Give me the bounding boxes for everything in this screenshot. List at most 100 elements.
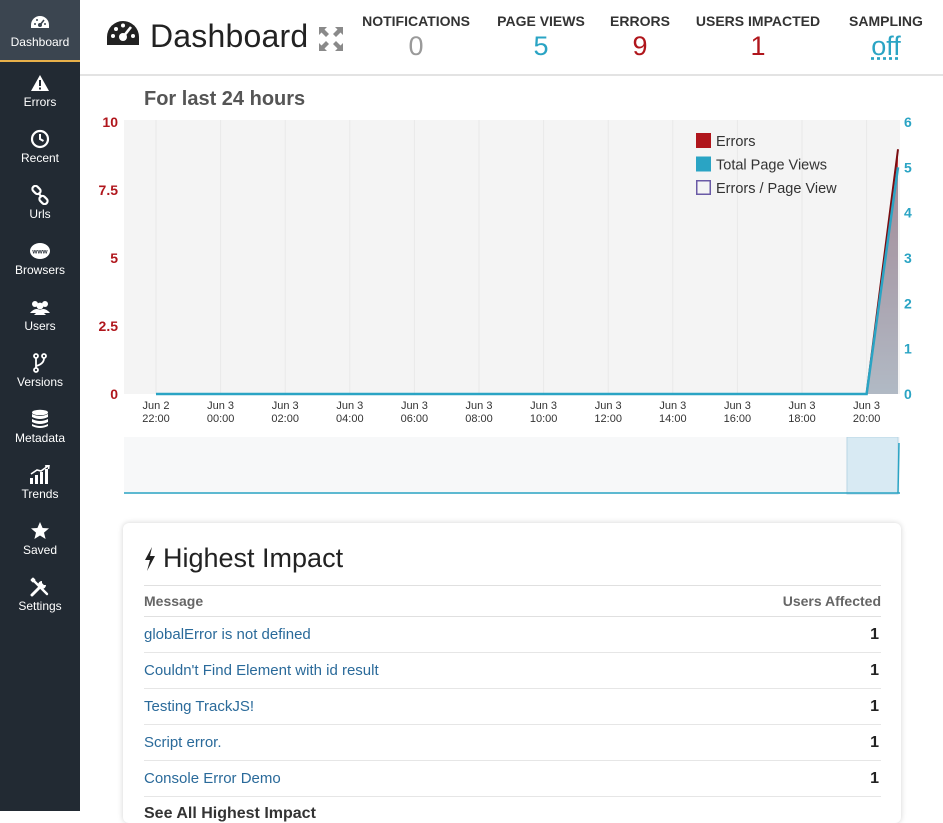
card-title-text: Highest Impact [163,543,343,574]
www-icon: www [29,240,51,262]
dashboard-icon [30,12,50,34]
y-left-tick-label: 5 [110,250,118,266]
x-tick-label: Jun 3 20:00 [853,400,881,425]
users-affected-count: 1 [870,698,879,716]
chart-title: For last 24 hours [144,88,305,111]
page-title: Dashboard [150,18,308,55]
legend-label: Total Page Views [716,158,827,174]
sidebar-item-label: Versions [17,375,63,389]
svg-text:www: www [31,248,48,255]
users-affected-count: 1 [870,734,879,752]
column-header-users[interactable]: Users Affected [783,593,881,609]
sampling-link[interactable]: off [844,31,928,62]
x-tick-label: Jun 2 22:00 [142,400,170,425]
stat-notifications[interactable]: NOTIFICATIONS 0 [360,13,472,62]
users-affected-count: 1 [870,770,879,788]
expand-icon[interactable] [318,26,344,57]
sidebar-item-trends[interactable]: Trends [0,454,80,510]
main-content: Dashboard NOTIFICATIONS 0 PAGE VIEWS 5 E… [80,0,943,811]
sidebar-item-settings[interactable]: Settings [0,566,80,622]
sidebar: Dashboard Errors Recent Urls www Browser… [0,0,80,811]
star-icon [30,520,50,542]
bolt-icon [143,547,157,571]
database-icon [31,408,49,430]
x-tick-label: Jun 3 18:00 [788,400,816,425]
highest-impact-card: Highest Impact Message Users Affected gl… [123,523,901,823]
sidebar-item-label: Urls [29,207,50,221]
y-left-tick-label: 2.5 [99,318,119,334]
y-right-tick-label: 4 [904,205,912,221]
column-header-message[interactable]: Message [144,593,203,609]
y-right-tick-label: 3 [904,250,912,266]
stat-label: ERRORS [608,13,672,29]
error-message-link[interactable]: globalError is not defined [144,626,311,643]
tools-icon [30,576,50,598]
table-row: globalError is not defined 1 [144,617,881,653]
stat-value: 9 [608,31,672,62]
stat-errors[interactable]: ERRORS 9 [608,13,672,62]
x-tick-label: Jun 3 02:00 [271,400,299,425]
x-tick-label: Jun 3 04:00 [336,400,364,425]
legend-swatch [696,157,711,172]
y-left-tick-label: 10 [102,114,118,130]
stat-label: PAGE VIEWS [494,13,588,29]
sidebar-item-metadata[interactable]: Metadata [0,398,80,454]
users-affected-count: 1 [870,626,879,644]
sidebar-item-urls[interactable]: Urls [0,174,80,230]
table-row: Couldn't Find Element with id result 1 [144,653,881,689]
sidebar-item-label: Trends [22,487,59,501]
sidebar-item-dashboard[interactable]: Dashboard [0,0,80,62]
navigator-background [124,437,900,494]
dashboard-header: Dashboard NOTIFICATIONS 0 PAGE VIEWS 5 E… [80,0,943,76]
x-tick-label: Jun 3 08:00 [465,400,493,425]
error-message-link[interactable]: Testing TrackJS! [144,698,254,715]
legend-swatch [696,133,711,148]
x-tick-label: Jun 3 10:00 [530,400,558,425]
table-row: Console Error Demo 1 [144,761,881,797]
sidebar-item-browsers[interactable]: www Browsers [0,230,80,286]
legend-label: Errors [716,134,755,150]
card-title: Highest Impact [143,543,343,574]
impact-table: Message Users Affected globalError is no… [144,585,881,821]
legend-label: Errors / Page View [716,181,837,197]
link-icon [30,184,50,206]
table-row: Testing TrackJS! 1 [144,689,881,725]
dashboard-icon [106,19,140,54]
x-tick-label: Jun 3 06:00 [401,400,429,425]
y-left-tick-label: 0 [110,386,118,402]
stat-sampling[interactable]: SAMPLING off [844,13,928,62]
see-all-link[interactable]: See All Highest Impact [144,797,881,821]
chart-navigator[interactable] [124,437,900,495]
y-right-tick-label: 6 [904,114,912,130]
stat-users-impacted[interactable]: USERS IMPACTED 1 [694,13,822,62]
clock-icon [30,128,50,150]
sidebar-item-users[interactable]: Users [0,286,80,342]
navigator-series-spike [898,443,899,493]
sidebar-item-label: Saved [23,543,57,557]
stat-label: NOTIFICATIONS [360,13,472,29]
y-right-tick-label: 2 [904,295,912,311]
sidebar-item-recent[interactable]: Recent [0,118,80,174]
sidebar-item-label: Browsers [15,263,65,277]
error-message-link[interactable]: Couldn't Find Element with id result [144,662,379,679]
sidebar-item-label: Settings [18,599,61,613]
sidebar-item-label: Users [24,319,55,333]
error-message-link[interactable]: Console Error Demo [144,770,281,787]
y-right-tick-label: 1 [904,341,912,357]
y-left-tick-label: 7.5 [99,182,119,198]
errors-chart[interactable]: Jun 2 22:00 Jun 3 00:00 Jun 3 02:00 Jun 3 04:00… [80,110,943,440]
users-icon [29,296,51,318]
warning-icon [30,72,50,94]
error-message-link[interactable]: Script error. [144,734,222,751]
sidebar-item-label: Dashboard [11,35,70,49]
x-tick-label: Jun 3 12:00 [594,400,622,425]
y-right-tick-label: 5 [904,159,912,175]
sidebar-item-errors[interactable]: Errors [0,62,80,118]
stat-page-views[interactable]: PAGE VIEWS 5 [494,13,588,62]
sidebar-item-versions[interactable]: Versions [0,342,80,398]
stat-label: SAMPLING [844,13,928,29]
sidebar-item-label: Errors [24,95,57,109]
sidebar-item-saved[interactable]: Saved [0,510,80,566]
stat-value: 1 [694,31,822,62]
sidebar-item-label: Metadata [15,431,65,445]
